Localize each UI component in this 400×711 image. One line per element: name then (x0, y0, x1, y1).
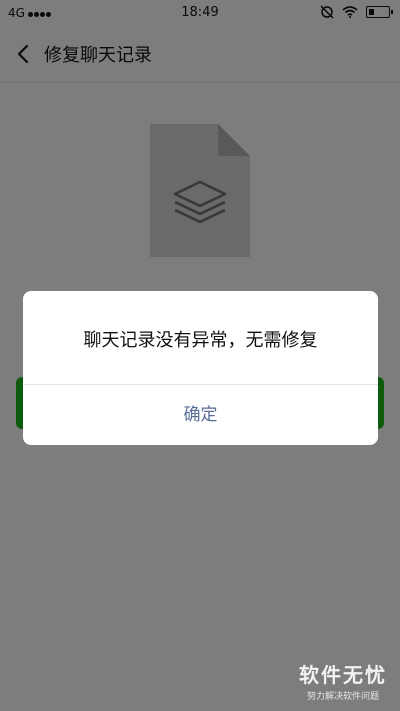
watermark-main: 软件无忧 (299, 663, 387, 687)
confirm-button[interactable]: 确定 (23, 385, 378, 445)
watermark-logo: 软件无忧 努力解决软件问题 (296, 659, 390, 703)
alert-dialog: 聊天记录没有异常，无需修复 确定 (23, 291, 378, 445)
dialog-message: 聊天记录没有异常，无需修复 (83, 330, 318, 351)
watermark-sub: 努力解决软件问题 (306, 692, 379, 702)
